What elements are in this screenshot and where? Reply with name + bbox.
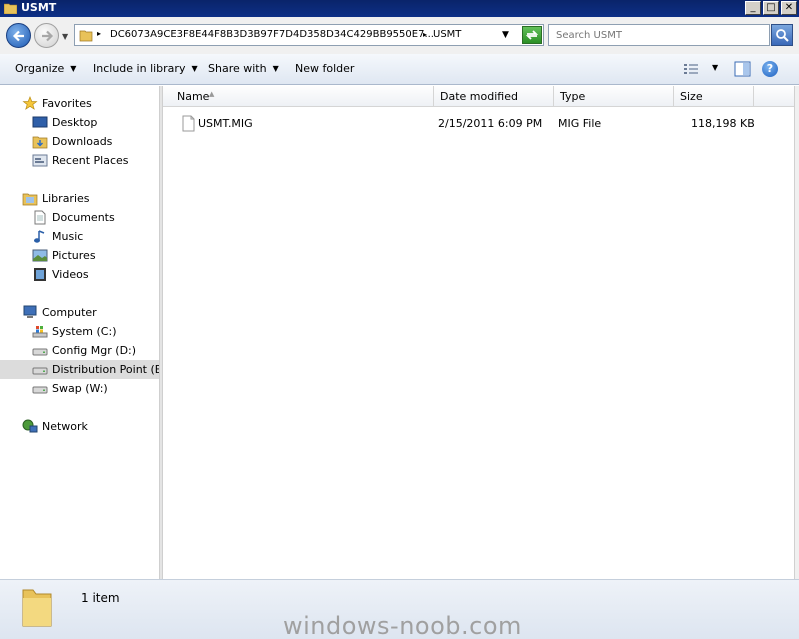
- nav-videos[interactable]: Videos: [0, 265, 159, 284]
- column-header-name[interactable]: Name ▲: [163, 86, 434, 107]
- view-details-icon[interactable]: [683, 62, 699, 76]
- column-header-size[interactable]: Size: [674, 86, 754, 107]
- maximize-button[interactable]: □: [763, 1, 779, 15]
- share-with-menu[interactable]: Share with ▼: [208, 62, 279, 75]
- desktop-icon: [32, 116, 48, 128]
- column-header-date-modified[interactable]: Date modified: [434, 86, 554, 107]
- nav-pictures[interactable]: Pictures: [0, 246, 159, 265]
- view-options-dropdown[interactable]: ▼: [712, 63, 718, 72]
- documents-icon: [34, 210, 46, 225]
- computer-icon: [23, 305, 37, 318]
- search-icon: [776, 29, 789, 42]
- folder-icon: [22, 589, 52, 627]
- nav-libraries[interactable]: Libraries: [0, 189, 159, 208]
- breadcrumb-segment[interactable]: DC6073A9CE3F8E44F8B3D3B97F7D4D358D34C429…: [110, 29, 434, 40]
- navigation-pane: Favorites Desktop Downloads Recent Place…: [0, 86, 170, 579]
- search-button[interactable]: [771, 24, 793, 46]
- libraries-icon: [22, 193, 38, 206]
- search-input[interactable]: [549, 25, 769, 45]
- file-type: MIG File: [558, 117, 602, 130]
- include-in-library-menu[interactable]: Include in library ▼: [93, 62, 198, 75]
- title-bar: USMT _ □ ✕: [0, 0, 799, 17]
- back-button[interactable]: [6, 23, 31, 48]
- item-count: 1 item: [81, 591, 120, 605]
- refresh-button[interactable]: [522, 26, 542, 44]
- file-icon: [182, 115, 195, 132]
- address-bar[interactable]: ▸ DC6073A9CE3F8E44F8B3D3B97F7D4D358D34C4…: [74, 24, 544, 46]
- nav-music[interactable]: Music: [0, 227, 159, 246]
- breadcrumb-current[interactable]: USMT: [433, 29, 461, 40]
- arrow-left-icon: [12, 30, 24, 42]
- close-button[interactable]: ✕: [781, 1, 797, 15]
- command-bar: Organize ▼ Include in library ▼ Share with…: [0, 54, 799, 85]
- nav-recent-places[interactable]: Recent Places: [0, 151, 159, 170]
- preview-pane-icon[interactable]: [734, 61, 751, 77]
- chevron-down-icon: ▼: [70, 64, 77, 73]
- column-header-type[interactable]: Type: [554, 86, 674, 107]
- sort-ascending-icon: ▲: [209, 90, 215, 98]
- nav-config-mgr-d[interactable]: Config Mgr (D:): [0, 341, 159, 360]
- address-dropdown[interactable]: ▼: [502, 30, 509, 40]
- window-edge: [794, 86, 799, 579]
- folder-icon: [79, 30, 93, 42]
- file-list: Name ▲ Date modified Type Size USMT.MIG …: [163, 86, 794, 579]
- recent-places-icon: [32, 154, 48, 167]
- nav-favorites[interactable]: Favorites: [0, 94, 159, 113]
- help-icon[interactable]: ?: [762, 61, 778, 77]
- drive-icon: [32, 348, 48, 356]
- drive-icon: [32, 386, 48, 394]
- column-header-row: Name ▲ Date modified Type Size: [163, 86, 794, 107]
- organize-menu[interactable]: Organize ▼: [15, 62, 76, 75]
- breadcrumb-chevron-icon[interactable]: ▸: [97, 29, 101, 38]
- videos-icon: [34, 268, 46, 281]
- file-size: 118,198 KB: [691, 117, 755, 130]
- nav-swap-w[interactable]: Swap (W:): [0, 379, 159, 398]
- minimize-button[interactable]: _: [745, 1, 761, 15]
- refresh-icon: [525, 30, 539, 40]
- chevron-down-icon: ▼: [191, 64, 198, 73]
- folder-icon: [4, 3, 17, 14]
- pictures-icon: [32, 249, 48, 262]
- windows-drive-icon: [32, 326, 48, 338]
- music-icon: [34, 230, 45, 243]
- new-folder-button[interactable]: New folder: [295, 62, 354, 75]
- nav-distribution-point-e[interactable]: Distribution Point (E:): [0, 360, 170, 379]
- search-box[interactable]: [548, 24, 770, 46]
- network-icon: [22, 419, 38, 433]
- nav-network[interactable]: Network: [0, 417, 159, 436]
- file-date-modified: 2/15/2011 6:09 PM: [438, 117, 543, 130]
- nav-computer[interactable]: Computer: [0, 303, 159, 322]
- recent-pages-dropdown[interactable]: ▼: [62, 32, 68, 41]
- file-name: USMT.MIG: [198, 117, 253, 130]
- breadcrumb-chevron-icon[interactable]: ▸: [423, 30, 427, 39]
- nav-downloads[interactable]: Downloads: [0, 132, 159, 151]
- window-title: USMT: [21, 1, 57, 14]
- downloads-folder-icon: [32, 136, 48, 149]
- arrow-right-icon: [42, 30, 54, 42]
- nav-documents[interactable]: Documents: [0, 208, 159, 227]
- nav-system-c[interactable]: System (C:): [0, 322, 159, 341]
- nav-desktop[interactable]: Desktop: [0, 113, 159, 132]
- star-icon: [22, 96, 38, 110]
- drive-icon: [32, 367, 48, 375]
- forward-button[interactable]: [34, 23, 59, 48]
- watermark: windows-noob.com: [283, 612, 522, 639]
- chevron-down-icon: ▼: [272, 64, 279, 73]
- address-row: ▼ ▸ DC6073A9CE3F8E44F8B3D3B97F7D4D358D34…: [0, 17, 799, 54]
- file-row[interactable]: USMT.MIG 2/15/2011 6:09 PM MIG File 118,…: [163, 114, 794, 134]
